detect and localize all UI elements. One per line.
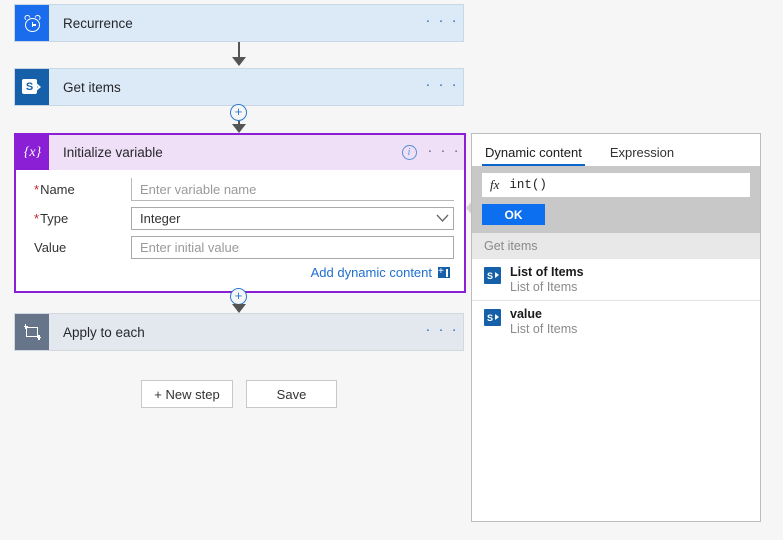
type-select[interactable]: Integer — [131, 207, 454, 230]
new-step-button[interactable]: + New step — [141, 380, 233, 408]
dynamic-content-item[interactable]: S value List of Items — [472, 301, 760, 342]
alarm-clock-icon — [15, 5, 49, 41]
field-row-name: *Name Enter variable name — [26, 178, 454, 201]
expression-button-row: OK — [472, 197, 760, 233]
step-menu-button[interactable]: · · · — [421, 5, 463, 41]
flow-step-title: Recurrence — [63, 15, 133, 31]
add-dynamic-content-row: Add dynamic content — [26, 264, 454, 280]
dynamic-content-item-subtitle: List of Items — [510, 280, 578, 294]
loop-icon — [15, 314, 49, 350]
flow-step-apply-to-each[interactable]: Apply to each · · · — [14, 313, 464, 351]
card-header: {x} Initialize variable i · · · — [16, 135, 464, 170]
add-dynamic-content-link[interactable]: Add dynamic content — [311, 265, 432, 280]
tab-expression[interactable]: Expression — [607, 145, 677, 166]
chevron-down-icon — [431, 214, 453, 223]
flow-step-get-items[interactable]: S Get items · · · — [14, 68, 464, 106]
flow-step-title: Get items — [63, 79, 121, 95]
sharepoint-icon: S — [15, 69, 49, 105]
field-label-type: *Type — [34, 211, 69, 226]
flow-step-title: Apply to each — [63, 324, 145, 340]
field-row-value: Value Enter initial value — [26, 236, 454, 259]
step-menu-button[interactable]: · · · — [421, 314, 463, 350]
type-select-value: Integer — [140, 211, 181, 226]
value-input[interactable]: Enter initial value — [131, 236, 454, 259]
field-row-type: *Type Integer — [26, 207, 454, 230]
required-marker: * — [34, 182, 40, 197]
flow-step-recurrence[interactable]: Recurrence · · · — [14, 4, 464, 42]
add-step-button[interactable]: + — [230, 288, 247, 305]
card-body: *Name Enter variable name *Type Integer — [16, 170, 464, 280]
card-menu-button[interactable]: · · · — [424, 135, 464, 170]
initialize-variable-card[interactable]: {x} Initialize variable i · · · *Name En… — [14, 133, 466, 293]
variable-icon: {x} — [16, 135, 49, 170]
panel-tabs: Dynamic content Expression — [472, 134, 760, 166]
connector-arrow — [232, 124, 246, 133]
dynamic-content-item-title: List of Items — [510, 265, 584, 279]
dynamic-content-item-subtitle: List of Items — [510, 322, 578, 336]
add-dynamic-content-icon — [438, 264, 450, 280]
expression-value: int() — [509, 178, 547, 192]
field-label-value: Value — [34, 240, 67, 255]
connector-arrow — [232, 304, 246, 313]
step-menu-button[interactable]: · · · — [421, 69, 463, 105]
sharepoint-icon: S — [484, 267, 501, 284]
connector-arrow — [232, 57, 246, 66]
card-title: Initialize variable — [63, 145, 163, 160]
info-icon[interactable]: i — [394, 135, 424, 170]
expression-input[interactable]: fx int() — [482, 173, 750, 197]
flow-canvas: Recurrence · · · S Get items · · · + {x}… — [0, 0, 475, 540]
info-icon-glyph: i — [401, 145, 417, 160]
dynamic-content-item-title: value — [510, 307, 542, 321]
fx-icon: fx — [490, 177, 500, 192]
sharepoint-icon: S — [484, 309, 501, 326]
save-button[interactable]: Save — [246, 380, 337, 408]
add-step-button[interactable]: + — [230, 104, 247, 121]
required-marker: * — [34, 211, 40, 226]
name-input[interactable]: Enter variable name — [131, 178, 454, 201]
dynamic-content-group-header: Get items — [472, 233, 760, 259]
field-label-name: *Name — [34, 182, 75, 197]
ok-button[interactable]: OK — [482, 204, 545, 225]
dynamic-content-item[interactable]: S List of Items List of Items — [472, 259, 760, 301]
expression-editor-area: fx int() OK — [472, 166, 760, 233]
dynamic-content-panel: Dynamic content Expression fx int() OK G… — [471, 133, 761, 522]
tab-dynamic-content[interactable]: Dynamic content — [482, 145, 585, 166]
